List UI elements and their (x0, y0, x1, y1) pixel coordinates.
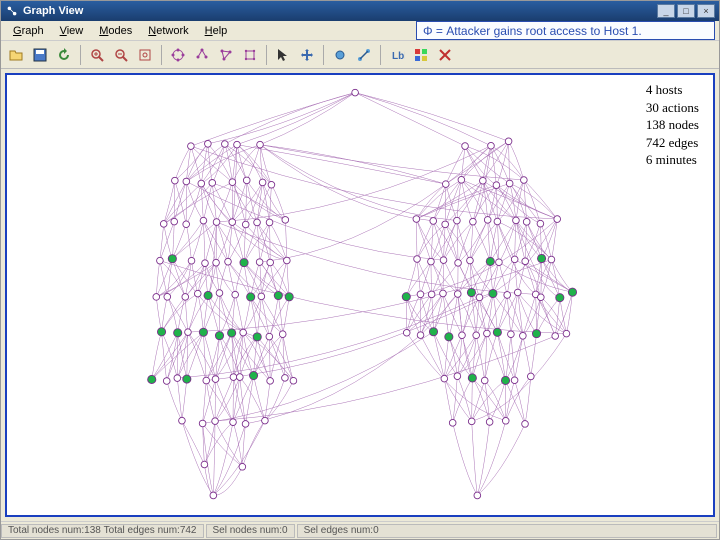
stat-nodes: 138 nodes (646, 116, 699, 134)
menu-modes[interactable]: Modes (91, 23, 140, 39)
maximize-button[interactable]: □ (677, 4, 695, 18)
layout-spring-icon[interactable] (215, 44, 237, 66)
toolbar-separator (323, 45, 324, 65)
window-title: Graph View (23, 5, 657, 17)
svg-text:Lbl: Lbl (392, 51, 405, 62)
toolbar-separator (80, 45, 81, 65)
clear-icon[interactable] (434, 44, 456, 66)
color-icon[interactable] (410, 44, 432, 66)
stats-overlay: 4 hosts 30 actions 138 nodes 742 edges 6… (646, 81, 699, 169)
pan-icon[interactable] (296, 44, 318, 66)
menu-graph[interactable]: Graph (5, 23, 52, 39)
canvas-container: 4 hosts 30 actions 138 nodes 742 edges 6… (1, 69, 719, 521)
status-sel-edges: Sel edges num:0 (297, 524, 717, 538)
menu-network[interactable]: Network (140, 23, 196, 39)
layout-circular-icon[interactable] (167, 44, 189, 66)
save-icon[interactable] (29, 44, 51, 66)
formula-annotation: Φ = Attacker gains root access to Host 1… (416, 21, 715, 40)
toolbar: Lbl (1, 41, 719, 69)
select-icon[interactable] (272, 44, 294, 66)
window-buttons: _ □ × (657, 4, 715, 18)
attack-graph (7, 75, 713, 515)
menu-help[interactable]: Help (197, 23, 236, 39)
node-icon[interactable] (329, 44, 351, 66)
toolbar-separator (161, 45, 162, 65)
open-icon[interactable] (5, 44, 27, 66)
status-total-nodes: Total nodes num:138 Total edges num:742 (1, 524, 204, 538)
close-button[interactable]: × (697, 4, 715, 18)
app-icon (5, 4, 19, 18)
graph-canvas[interactable]: 4 hosts 30 actions 138 nodes 742 edges 6… (5, 73, 715, 517)
formula-text: Φ = Attacker gains root access to Host 1… (423, 24, 642, 38)
app-window: Graph View _ □ × Graph View Modes Networ… (0, 0, 720, 540)
stat-actions: 30 actions (646, 99, 699, 117)
stat-hosts: 4 hosts (646, 81, 699, 99)
stat-time: 6 minutes (646, 151, 699, 169)
zoom-fit-icon[interactable] (134, 44, 156, 66)
stat-edges: 742 edges (646, 134, 699, 152)
edge-icon[interactable] (353, 44, 375, 66)
menu-view[interactable]: View (52, 23, 92, 39)
refresh-icon[interactable] (53, 44, 75, 66)
zoom-out-icon[interactable] (110, 44, 132, 66)
status-sel-nodes: Sel nodes num:0 (206, 524, 295, 538)
label-icon[interactable]: Lbl (386, 44, 408, 66)
statusbar: Total nodes num:138 Total edges num:742 … (1, 521, 719, 539)
titlebar: Graph View _ □ × (1, 1, 719, 21)
zoom-in-icon[interactable] (86, 44, 108, 66)
layout-tree-icon[interactable] (191, 44, 213, 66)
toolbar-separator (266, 45, 267, 65)
layout-grid-icon[interactable] (239, 44, 261, 66)
minimize-button[interactable]: _ (657, 4, 675, 18)
toolbar-separator (380, 45, 381, 65)
